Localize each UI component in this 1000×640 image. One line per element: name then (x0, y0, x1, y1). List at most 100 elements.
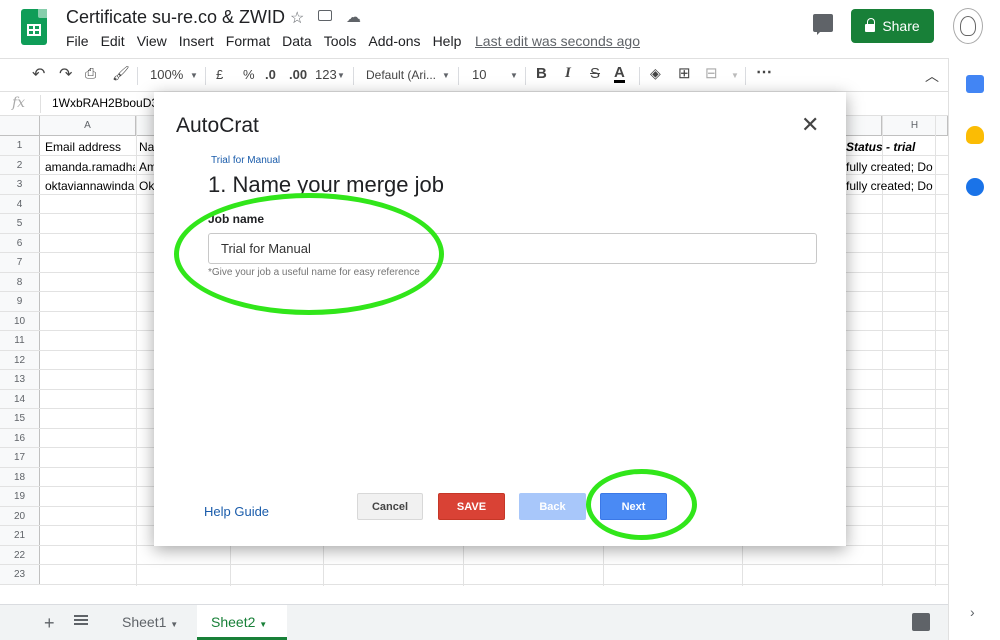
share-button[interactable]: Share (851, 9, 934, 43)
sheets-logo-icon[interactable] (21, 9, 47, 45)
comments-icon[interactable] (813, 14, 833, 35)
row-header[interactable]: 15 (0, 409, 40, 428)
document-title[interactable]: Certificate su-re.co & ZWID (66, 7, 285, 28)
toolbar-divider (205, 67, 206, 85)
font-size-select[interactable]: 10 (472, 67, 486, 82)
text-color-button[interactable]: A (614, 65, 625, 83)
chevron-down-icon: ▼ (259, 620, 268, 629)
menu-edit[interactable]: Edit (101, 33, 125, 49)
row-header[interactable]: 6 (0, 233, 40, 252)
cancel-button[interactable]: Cancel (357, 493, 423, 520)
row-header[interactable]: 3 (0, 175, 40, 194)
row-header[interactable]: 7 (0, 253, 40, 272)
paint-format-icon[interactable]: 🖌 (112, 65, 130, 82)
cell-g3[interactable]: fully created; Do (846, 179, 935, 193)
row-header[interactable]: 4 (0, 194, 40, 213)
row-header[interactable]: 16 (0, 428, 40, 447)
back-button[interactable]: Back (519, 493, 586, 520)
move-folder-icon[interactable] (318, 10, 332, 21)
toolbar: ↶ ↷ ⎙ 🖌 100% ▼ £ % .0 .00 123 ▼ Default … (0, 58, 948, 92)
menu-view[interactable]: View (137, 33, 167, 49)
fill-color-icon[interactable]: ◈ (650, 65, 661, 82)
row-header[interactable]: 5 (0, 214, 40, 233)
row-header[interactable]: 2 (0, 155, 40, 174)
decrease-decimal-button[interactable]: .0 (265, 67, 276, 82)
save-button[interactable]: SAVE (438, 493, 505, 520)
currency-format-button[interactable]: £ (216, 67, 223, 82)
menu-file[interactable]: File (66, 33, 89, 49)
cell-a2[interactable]: amanda.ramadha (45, 160, 135, 174)
job-name-hint: *Give your job a useful name for easy re… (208, 267, 420, 278)
step-heading: 1. Name your merge job (208, 172, 444, 197)
row-header[interactable]: 22 (0, 545, 40, 564)
menu-addons[interactable]: Add-ons (368, 33, 420, 49)
app-header: Certificate su-re.co & ZWID ☆ ☁ File Edi… (0, 0, 1000, 58)
help-guide-link[interactable]: Help Guide (204, 504, 269, 519)
row-header[interactable]: 8 (0, 272, 40, 291)
keep-icon[interactable] (966, 126, 984, 144)
row-header[interactable]: 23 (0, 565, 40, 584)
close-icon[interactable]: ✕ (801, 114, 819, 136)
row-header[interactable]: 9 (0, 292, 40, 311)
menu-help[interactable]: Help (433, 33, 462, 49)
zoom-select[interactable]: 100% (150, 67, 183, 82)
chevron-right-icon[interactable]: › (970, 604, 975, 620)
star-icon[interactable]: ☆ (290, 8, 304, 28)
row-header[interactable]: 20 (0, 506, 40, 525)
more-tools-button[interactable]: ⋯ (756, 62, 772, 82)
row-header[interactable]: 13 (0, 370, 40, 389)
job-name-input[interactable] (208, 233, 817, 264)
toolbar-divider (745, 67, 746, 85)
cell-g2[interactable]: fully created; Do (846, 160, 935, 174)
explore-icon[interactable] (912, 613, 930, 631)
tab-sheet2[interactable]: Sheet2 ▼ (197, 605, 287, 640)
menu-data[interactable]: Data (282, 33, 312, 49)
redo-icon[interactable]: ↷ (59, 64, 72, 84)
cell-a1[interactable]: Email address (45, 140, 133, 154)
cell-g1[interactable]: Status - trial (846, 140, 934, 154)
last-edit-link[interactable]: Last edit was seconds ago (475, 33, 640, 49)
breadcrumb: Trial for Manual (211, 155, 281, 166)
tasks-icon[interactable] (966, 178, 984, 196)
tab-label: Sheet1 (122, 614, 167, 630)
undo-icon[interactable]: ↶ (32, 64, 45, 84)
cell-a3[interactable]: oktaviannawinda (45, 179, 135, 193)
menu-tools[interactable]: Tools (324, 33, 357, 49)
bold-button[interactable]: B (536, 65, 547, 82)
row-header[interactable]: 17 (0, 448, 40, 467)
menu-format[interactable]: Format (226, 33, 270, 49)
add-sheet-icon[interactable]: + (44, 613, 55, 634)
select-all-corner[interactable] (0, 116, 40, 136)
strikethrough-button[interactable]: S (590, 65, 600, 82)
next-button[interactable]: Next (600, 493, 667, 520)
row-header[interactable]: 21 (0, 526, 40, 545)
italic-button[interactable]: I (565, 65, 571, 82)
avatar[interactable] (953, 8, 983, 44)
row-header[interactable]: 19 (0, 487, 40, 506)
chevron-down-icon: ▼ (170, 620, 179, 629)
percent-format-button[interactable]: % (243, 67, 255, 82)
print-icon[interactable]: ⎙ (85, 65, 96, 82)
increase-decimal-button[interactable]: .00 (289, 67, 307, 82)
row-header[interactable]: 1 (0, 136, 40, 155)
menu-bar: File Edit View Insert Format Data Tools … (66, 33, 473, 49)
table-row: 23 (0, 565, 948, 585)
column-header-h[interactable]: H (882, 116, 948, 136)
merge-cells-icon[interactable]: ⊟ (705, 64, 718, 82)
row-header[interactable]: 14 (0, 389, 40, 408)
row-header[interactable]: 10 (0, 311, 40, 330)
collapse-toolbar-icon[interactable]: ︿ (925, 66, 939, 86)
tab-sheet1[interactable]: Sheet1 ▼ (108, 605, 192, 640)
more-formats-button[interactable]: 123 (315, 67, 337, 82)
menu-insert[interactable]: Insert (179, 33, 214, 49)
formula-input[interactable]: 1WxbRAH2BbouD3 (52, 96, 158, 110)
borders-icon[interactable]: ⊞ (678, 64, 691, 82)
row-header[interactable]: 12 (0, 350, 40, 369)
all-sheets-icon[interactable] (74, 615, 88, 625)
row-header[interactable]: 11 (0, 331, 40, 350)
row-header[interactable]: 18 (0, 467, 40, 486)
calendar-icon[interactable] (966, 75, 984, 93)
toolbar-divider (137, 67, 138, 85)
font-select[interactable]: Default (Ari... (366, 68, 436, 82)
column-header-a[interactable]: A (40, 116, 136, 136)
